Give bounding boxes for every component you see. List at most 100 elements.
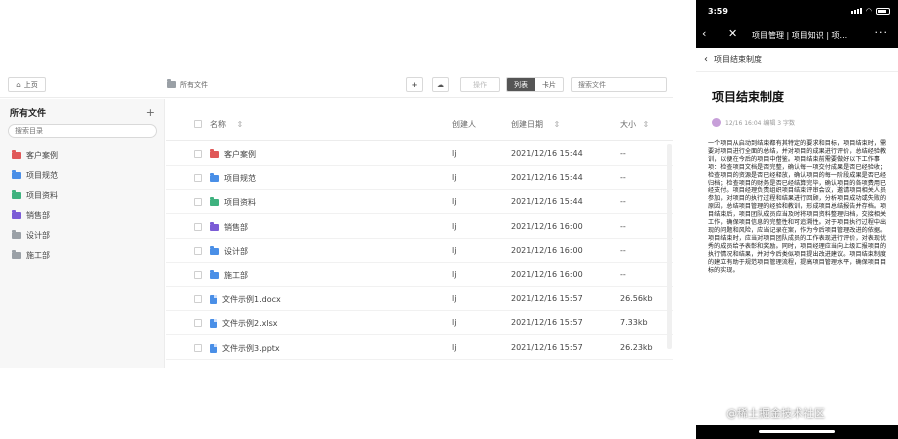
column-created[interactable]: 创建日期 ⇕ <box>511 119 560 130</box>
size-cell: -- <box>620 173 626 183</box>
creator-cell: lj <box>452 197 457 207</box>
file-name-cell[interactable]: 项目规范 <box>210 173 256 184</box>
table-row[interactable]: 施工部 lj 2021/12/16 16:00 -- <box>166 263 673 287</box>
status-time: 3:59 <box>708 7 728 16</box>
folder-icon <box>210 270 219 279</box>
back-button[interactable]: ‹ <box>702 27 706 40</box>
table-row[interactable]: 项目资料 lj 2021/12/16 15:44 -- <box>166 190 673 215</box>
row-checkbox[interactable] <box>194 222 202 231</box>
sidebar: 所有文件 + 客户案例项目规范项目资料销售部设计部施工部 <box>0 99 165 368</box>
column-name[interactable]: 名称 ⇕ <box>210 119 243 130</box>
operate-button[interactable]: 操作 <box>460 77 500 92</box>
row-checkbox[interactable] <box>194 246 202 255</box>
breadcrumb: 所有文件 <box>167 77 208 92</box>
chevron-left-icon[interactable]: ‹ <box>704 54 708 65</box>
document-page: ‹ 项目结束制度 项目结束制度 12/16 16:04 编辑 3 字数 一个项目… <box>696 48 898 425</box>
row-checkbox[interactable] <box>194 319 202 328</box>
toolbar: ⌂ 上页 所有文件 + ☁ 操作 列表 卡片 <box>0 68 673 98</box>
sidebar-header: 所有文件 + <box>10 105 155 119</box>
row-checkbox[interactable] <box>194 198 202 207</box>
creator-cell: lj <box>452 342 457 352</box>
operate-label: 操作 <box>473 80 487 89</box>
table-row[interactable]: 文件示例2.xlsx lj 2021/12/16 15:57 7.33kb <box>166 311 673 336</box>
document-body: 一个项目从启动到结束都有其特定的要求和目标，项目结束时，需要对项目进行全面的总结… <box>708 140 887 274</box>
folder-icon <box>12 209 21 219</box>
battery-icon <box>876 7 890 15</box>
scrollbar[interactable] <box>667 144 672 349</box>
sidebar-folder-item[interactable]: 设计部 <box>12 225 157 245</box>
sidebar-folder-item[interactable]: 项目资料 <box>12 185 157 205</box>
date-cell: 2021/12/16 16:00 <box>511 221 583 231</box>
creator-cell: lj <box>452 149 457 158</box>
directory-search-input[interactable] <box>15 127 145 135</box>
sidebar-title: 所有文件 <box>10 108 47 119</box>
column-creator[interactable]: 创建人 <box>452 119 476 130</box>
screenshot-stage: ⌂ 上页 所有文件 + ☁ 操作 列表 卡片 所有 <box>0 0 898 439</box>
add-folder-button[interactable]: + <box>146 106 155 119</box>
size-cell: 7.33kb <box>620 318 648 328</box>
date-cell: 2021/12/16 16:00 <box>511 270 583 279</box>
table-row[interactable]: 文件示例1.docx lj 2021/12/16 15:57 26.56kb <box>166 287 673 312</box>
file-name-cell[interactable]: 文件示例1.docx <box>210 294 281 305</box>
select-all-checkbox[interactable] <box>194 120 202 128</box>
file-name-cell[interactable]: 文件示例2.xlsx <box>210 318 278 329</box>
date-cell: 2021/12/16 15:57 <box>511 294 583 304</box>
file-name: 项目规范 <box>224 174 256 184</box>
sort-icon: ⇕ <box>236 120 244 129</box>
folder-icon <box>167 79 176 88</box>
folder-icon <box>12 249 21 259</box>
document-icon <box>210 319 217 329</box>
add-button[interactable]: + <box>406 77 423 92</box>
file-name: 客户案例 <box>224 150 256 159</box>
row-checkbox[interactable] <box>194 295 202 304</box>
upload-button[interactable]: ☁ <box>432 77 449 92</box>
sidebar-folder-item[interactable]: 施工部 <box>12 245 157 265</box>
folder-icon <box>210 173 219 183</box>
file-name-cell[interactable]: 销售部 <box>210 221 248 233</box>
table-row[interactable]: 文件示例3.pptx lj 2021/12/16 15:57 26.23kb <box>166 336 673 360</box>
file-name-cell[interactable]: 设计部 <box>210 245 248 257</box>
avatar <box>712 118 721 127</box>
sidebar-folder-item[interactable]: 项目规范 <box>12 165 157 185</box>
table-row[interactable]: 项目规范 lj 2021/12/16 15:44 -- <box>166 166 673 191</box>
table-row[interactable]: 设计部 lj 2021/12/16 16:00 -- <box>166 239 673 263</box>
sort-icon: ⇕ <box>642 120 650 129</box>
file-name-cell[interactable]: 客户案例 <box>210 149 256 160</box>
file-name-cell[interactable]: 项目资料 <box>210 197 256 208</box>
folder-icon <box>12 149 21 159</box>
column-size[interactable]: 大小 ⇕ <box>620 119 649 130</box>
creator-cell: lj <box>452 318 457 328</box>
folder-icon <box>210 149 219 158</box>
column-size-label: 大小 <box>620 120 636 129</box>
search-input[interactable] <box>578 80 668 89</box>
creator-cell: lj <box>452 221 457 231</box>
sidebar-folder-item[interactable]: 客户案例 <box>12 145 157 165</box>
folder-icon <box>12 169 21 179</box>
date-cell: 2021/12/16 15:44 <box>511 197 583 207</box>
folder-icon <box>210 197 219 207</box>
home-button[interactable]: ⌂ 上页 <box>8 77 46 92</box>
size-cell: -- <box>620 221 626 231</box>
table-row[interactable]: 销售部 lj 2021/12/16 16:00 -- <box>166 215 673 239</box>
row-checkbox[interactable] <box>194 271 202 279</box>
sidebar-folder-label: 项目资料 <box>26 190 58 200</box>
file-name-cell[interactable]: 文件示例3.pptx <box>210 343 280 354</box>
size-cell: -- <box>620 149 626 158</box>
date-cell: 2021/12/16 15:44 <box>511 173 583 183</box>
close-button[interactable]: ✕ <box>728 27 737 40</box>
file-name-cell[interactable]: 施工部 <box>210 270 248 281</box>
view-list-button[interactable]: 列表 <box>507 78 535 91</box>
row-checkbox[interactable] <box>194 174 202 183</box>
home-indicator <box>759 430 835 433</box>
row-checkbox[interactable] <box>194 150 202 158</box>
creator-cell: lj <box>452 294 457 304</box>
view-grid-button[interactable]: 卡片 <box>535 78 563 91</box>
sidebar-folder-item[interactable]: 销售部 <box>12 205 157 225</box>
row-checkbox[interactable] <box>194 343 202 352</box>
document-icon <box>210 343 217 353</box>
table-row[interactable]: 客户案例 lj 2021/12/16 15:44 -- <box>166 142 673 166</box>
more-button[interactable]: ··· <box>875 26 889 39</box>
app-nav-bar: ‹ ✕ 项目管理 | 项目知识 | 项... ··· <box>696 22 898 48</box>
file-name: 施工部 <box>224 271 248 280</box>
file-name: 文件示例2.xlsx <box>222 319 278 329</box>
